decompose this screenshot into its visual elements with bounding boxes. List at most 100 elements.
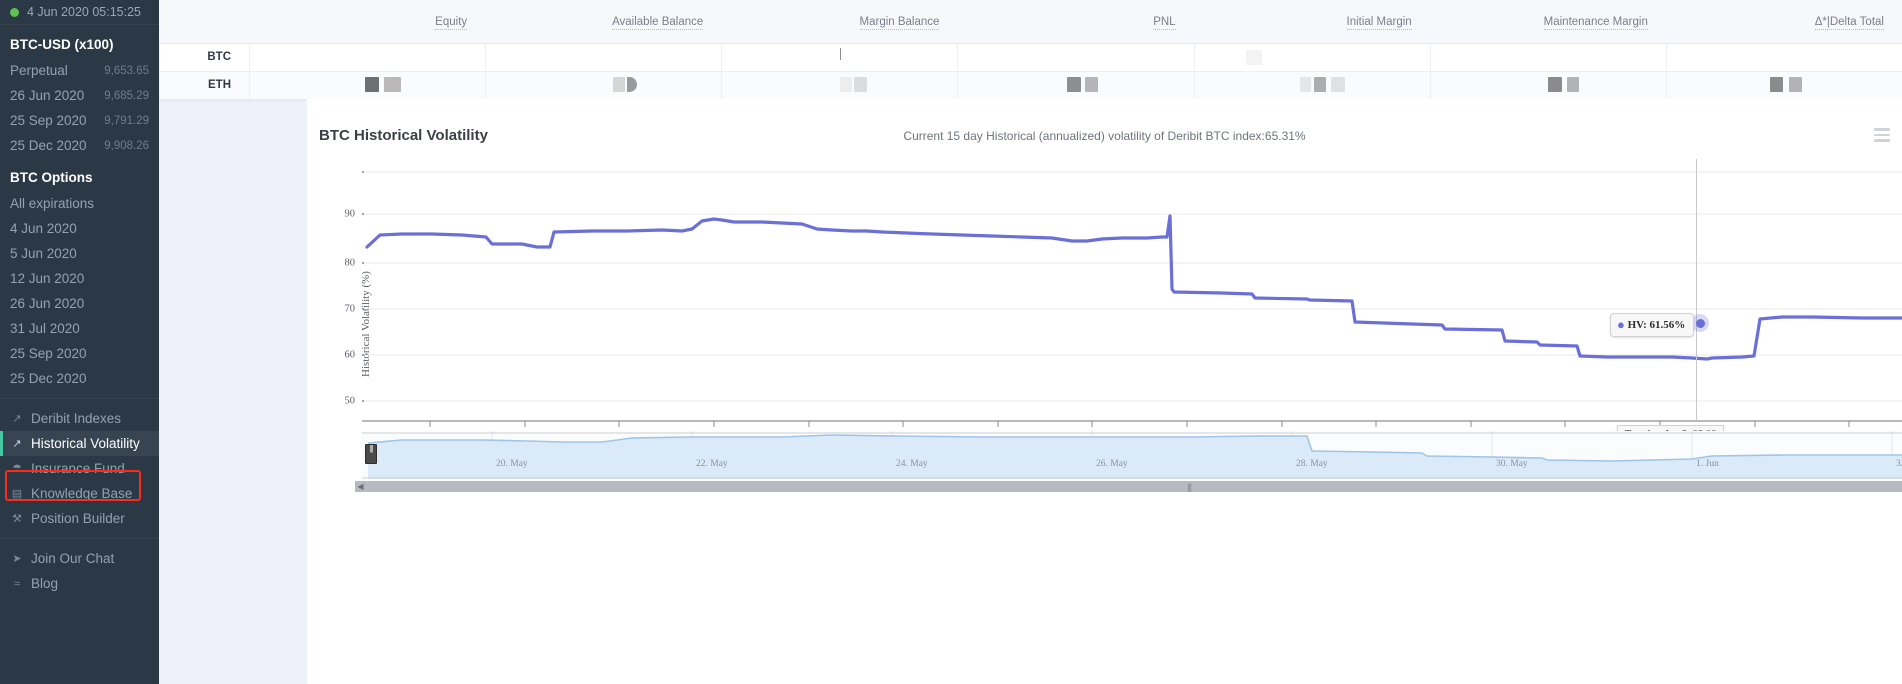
sidebar-item-label: Deribit Indexes <box>31 411 121 426</box>
cell-btc-margin-balance <box>721 44 957 71</box>
navigator-x-tick: 3. Jun <box>1896 459 1902 469</box>
options-section-title: BTC Options <box>0 158 159 191</box>
umbrella-icon: ☂ <box>10 462 24 475</box>
chart-navigator[interactable]: 20. May 22. May 24. May 26. May 28. May … <box>307 99 1902 684</box>
navigator-x-tick: 26. May <box>1096 459 1128 469</box>
option-label: 12 Jun 2020 <box>10 271 84 286</box>
sidebar-item-option-25sep2020[interactable]: 25 Sep 2020 <box>0 341 159 366</box>
cell-eth-pnl <box>957 72 1193 99</box>
book-icon: ▤ <box>10 487 24 500</box>
futures-section-title: BTC-USD (x100) <box>0 25 159 58</box>
sidebar-item-all-expirations[interactable]: All expirations <box>0 191 159 216</box>
option-label: 4 Jun 2020 <box>10 221 77 236</box>
option-label: 31 Jul 2020 <box>10 321 80 336</box>
navigator-scrollbar[interactable] <box>366 481 1902 492</box>
column-header-margin-balance[interactable]: Margin Balance <box>721 16 957 28</box>
sidebar-item-label: Knowledge Base <box>31 486 132 501</box>
column-header-available-balance[interactable]: Available Balance <box>485 16 721 28</box>
scroll-left-arrow[interactable]: ◀ <box>355 481 366 492</box>
option-label: 5 Jun 2020 <box>10 246 77 261</box>
cell-eth-initial-margin <box>1194 72 1430 99</box>
sidebar-item-label: Join Our Chat <box>31 551 114 566</box>
cell-eth-delta-total <box>1666 72 1902 99</box>
instrument-price: 9,908.26 <box>104 140 149 152</box>
cell-btc-available-balance <box>485 44 721 71</box>
navigator-handle-left[interactable] <box>365 444 377 464</box>
cell-btc-delta-total <box>1666 44 1902 71</box>
column-header-pnl[interactable]: PNL <box>957 16 1193 28</box>
table-header-row: Equity Available Balance Margin Balance … <box>159 0 1902 44</box>
navigator-x-tick: 1. Jun <box>1696 459 1719 469</box>
option-label: 25 Sep 2020 <box>10 346 87 361</box>
cell-btc-pnl <box>957 44 1193 71</box>
status-dot-icon <box>10 8 19 17</box>
main-content: Equity Available Balance Margin Balance … <box>159 0 1902 684</box>
instrument-label: 26 Jun 2020 <box>10 88 84 103</box>
app-root: 4 Jun 2020 05:15:25 BTC-USD (x100) Perpe… <box>0 0 1902 684</box>
navigator-x-tick: 30. May <box>1496 459 1528 469</box>
chart-line-icon: ↗ <box>10 412 24 425</box>
sidebar-item-blog[interactable]: ≈ Blog <box>0 571 159 596</box>
sidebar-item-option-31jul2020[interactable]: 31 Jul 2020 <box>0 316 159 341</box>
sidebar-item-option-25dec2020[interactable]: 25 Dec 2020 <box>0 366 159 391</box>
navigator-inner[interactable]: 20. May 22. May 24. May 26. May 28. May … <box>362 431 1902 486</box>
column-header-maintenance-margin[interactable]: Maintenance Margin <box>1430 16 1666 28</box>
sidebar-item-future-25dec2020[interactable]: 25 Dec 2020 9,908.26 <box>0 133 159 158</box>
sidebar-item-option-4jun2020[interactable]: 4 Jun 2020 <box>0 216 159 241</box>
instrument-label: 25 Sep 2020 <box>10 113 87 128</box>
navigator-x-tick: 20. May <box>496 459 528 469</box>
navigator-x-tick: 22. May <box>696 459 728 469</box>
sidebar-item-join-our-chat[interactable]: ➤ Join Our Chat <box>0 546 159 571</box>
historical-volatility-chart-panel: BTC Historical Volatility Current 15 day… <box>307 99 1902 684</box>
sidebar-item-label: Insurance Fund <box>31 461 125 476</box>
option-label: 26 Jun 2020 <box>10 296 84 311</box>
scrollbar-grip-icon: ||| <box>1187 482 1191 492</box>
sidebar-item-label: Blog <box>31 576 58 591</box>
cell-btc-maintenance-margin <box>1430 44 1666 71</box>
chart-line-icon: ↗ <box>10 437 24 450</box>
instrument-price: 9,791.29 <box>104 115 149 127</box>
sidebar-divider-1 <box>0 398 159 399</box>
column-header-initial-margin[interactable]: Initial Margin <box>1194 16 1430 28</box>
clock-text: 4 Jun 2020 05:15:25 <box>27 5 141 19</box>
navigator-svg <box>362 431 1902 479</box>
server-clock: 4 Jun 2020 05:15:25 <box>0 0 159 25</box>
instrument-price: 9,653.65 <box>104 65 149 77</box>
sidebar-item-future-26jun2020[interactable]: 26 Jun 2020 9,685.29 <box>0 83 159 108</box>
table-row: ETH <box>159 72 1902 100</box>
sidebar-item-insurance-fund[interactable]: ☂ Insurance Fund <box>0 456 159 481</box>
instrument-label: Perpetual <box>10 63 68 78</box>
cell-eth-equity <box>249 72 485 99</box>
cell-eth-maintenance-margin <box>1430 72 1666 99</box>
sidebar-item-label: Position Builder <box>31 511 125 526</box>
cell-btc-initial-margin <box>1194 44 1430 71</box>
cell-eth-available-balance <box>485 72 721 99</box>
navigator-x-tick: 24. May <box>896 459 928 469</box>
column-header-equity[interactable]: Equity <box>249 16 485 28</box>
sidebar-item-option-26jun2020[interactable]: 26 Jun 2020 <box>0 291 159 316</box>
navigator-x-tick: 28. May <box>1296 459 1328 469</box>
row-currency-btc: BTC <box>159 44 249 71</box>
sidebar-item-label: Historical Volatility <box>31 436 140 451</box>
sidebar-item-deribit-indexes[interactable]: ↗ Deribit Indexes <box>0 406 159 431</box>
sidebar-item-future-25sep2020[interactable]: 25 Sep 2020 9,791.29 <box>0 108 159 133</box>
option-label: All expirations <box>10 196 94 211</box>
instrument-label: 25 Dec 2020 <box>10 138 87 153</box>
sidebar: 4 Jun 2020 05:15:25 BTC-USD (x100) Perpe… <box>0 0 159 684</box>
sidebar-item-historical-volatility[interactable]: ↗ Historical Volatility <box>0 431 159 456</box>
instrument-price: 9,685.29 <box>104 90 149 102</box>
row-currency-eth: ETH <box>159 72 249 99</box>
cell-btc-equity <box>249 44 485 71</box>
sidebar-item-position-builder[interactable]: ⚒ Position Builder <box>0 506 159 531</box>
table-row: BTC <box>159 44 1902 72</box>
option-label: 25 Dec 2020 <box>10 371 87 386</box>
sidebar-item-option-12jun2020[interactable]: 12 Jun 2020 <box>0 266 159 291</box>
column-header-delta-total[interactable]: Δ*|Delta Total <box>1666 16 1902 28</box>
rss-icon: ≈ <box>10 578 24 590</box>
sidebar-item-option-5jun2020[interactable]: 5 Jun 2020 <box>0 241 159 266</box>
sidebar-divider-2 <box>0 538 159 539</box>
hammer-icon: ⚒ <box>10 512 24 525</box>
account-summary-table: Equity Available Balance Margin Balance … <box>159 0 1902 101</box>
sidebar-item-knowledge-base[interactable]: ▤ Knowledge Base <box>0 481 159 506</box>
sidebar-item-perpetual[interactable]: Perpetual 9,653.65 <box>0 58 159 83</box>
